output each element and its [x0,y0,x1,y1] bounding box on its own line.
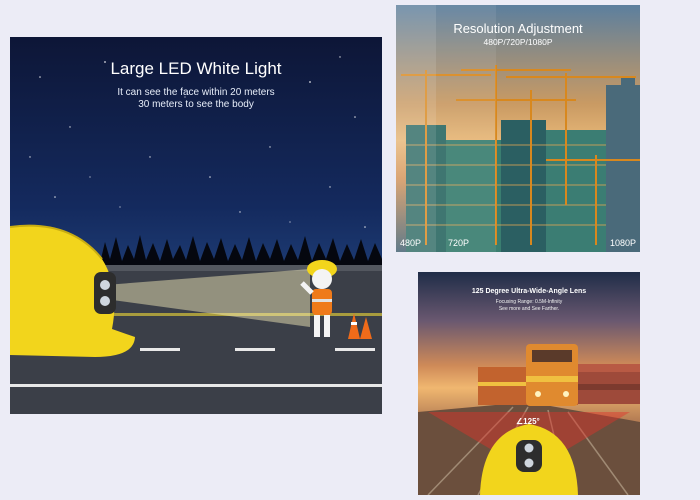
led-light-panel: Large LED White Light It can see the fac… [10,37,382,414]
focusing-range-text: Focusing Range: 0.5M-Infinity [495,299,563,305]
resolution-label-480p: 480P [400,238,422,248]
resolution-panel-title: Resolution Adjustment [453,21,583,36]
wide-angle-title: 125 Degree Ultra-Wide-Angle Lens [471,288,587,295]
resolution-label-720p: 720P [448,238,470,248]
resolution-panel-subtitle: 480P/720P/1080P [483,37,553,47]
led-panel-title: Large LED White Light [110,59,282,78]
see-farther-text: See more and See Farther. [498,306,560,312]
angle-label: ∠125° [516,417,540,426]
wide-angle-panel: 125 Degree Ultra-Wide-Angle Lens Focusin… [418,272,640,495]
resolution-label-1080p: 1080P [609,238,636,248]
led-panel-line-2: 30 meters to see the body [138,99,254,110]
resolution-panel: Resolution Adjustment 480P/720P/1080P 48… [396,5,640,252]
led-panel-line-1: It can see the face within 20 meters [117,87,275,98]
